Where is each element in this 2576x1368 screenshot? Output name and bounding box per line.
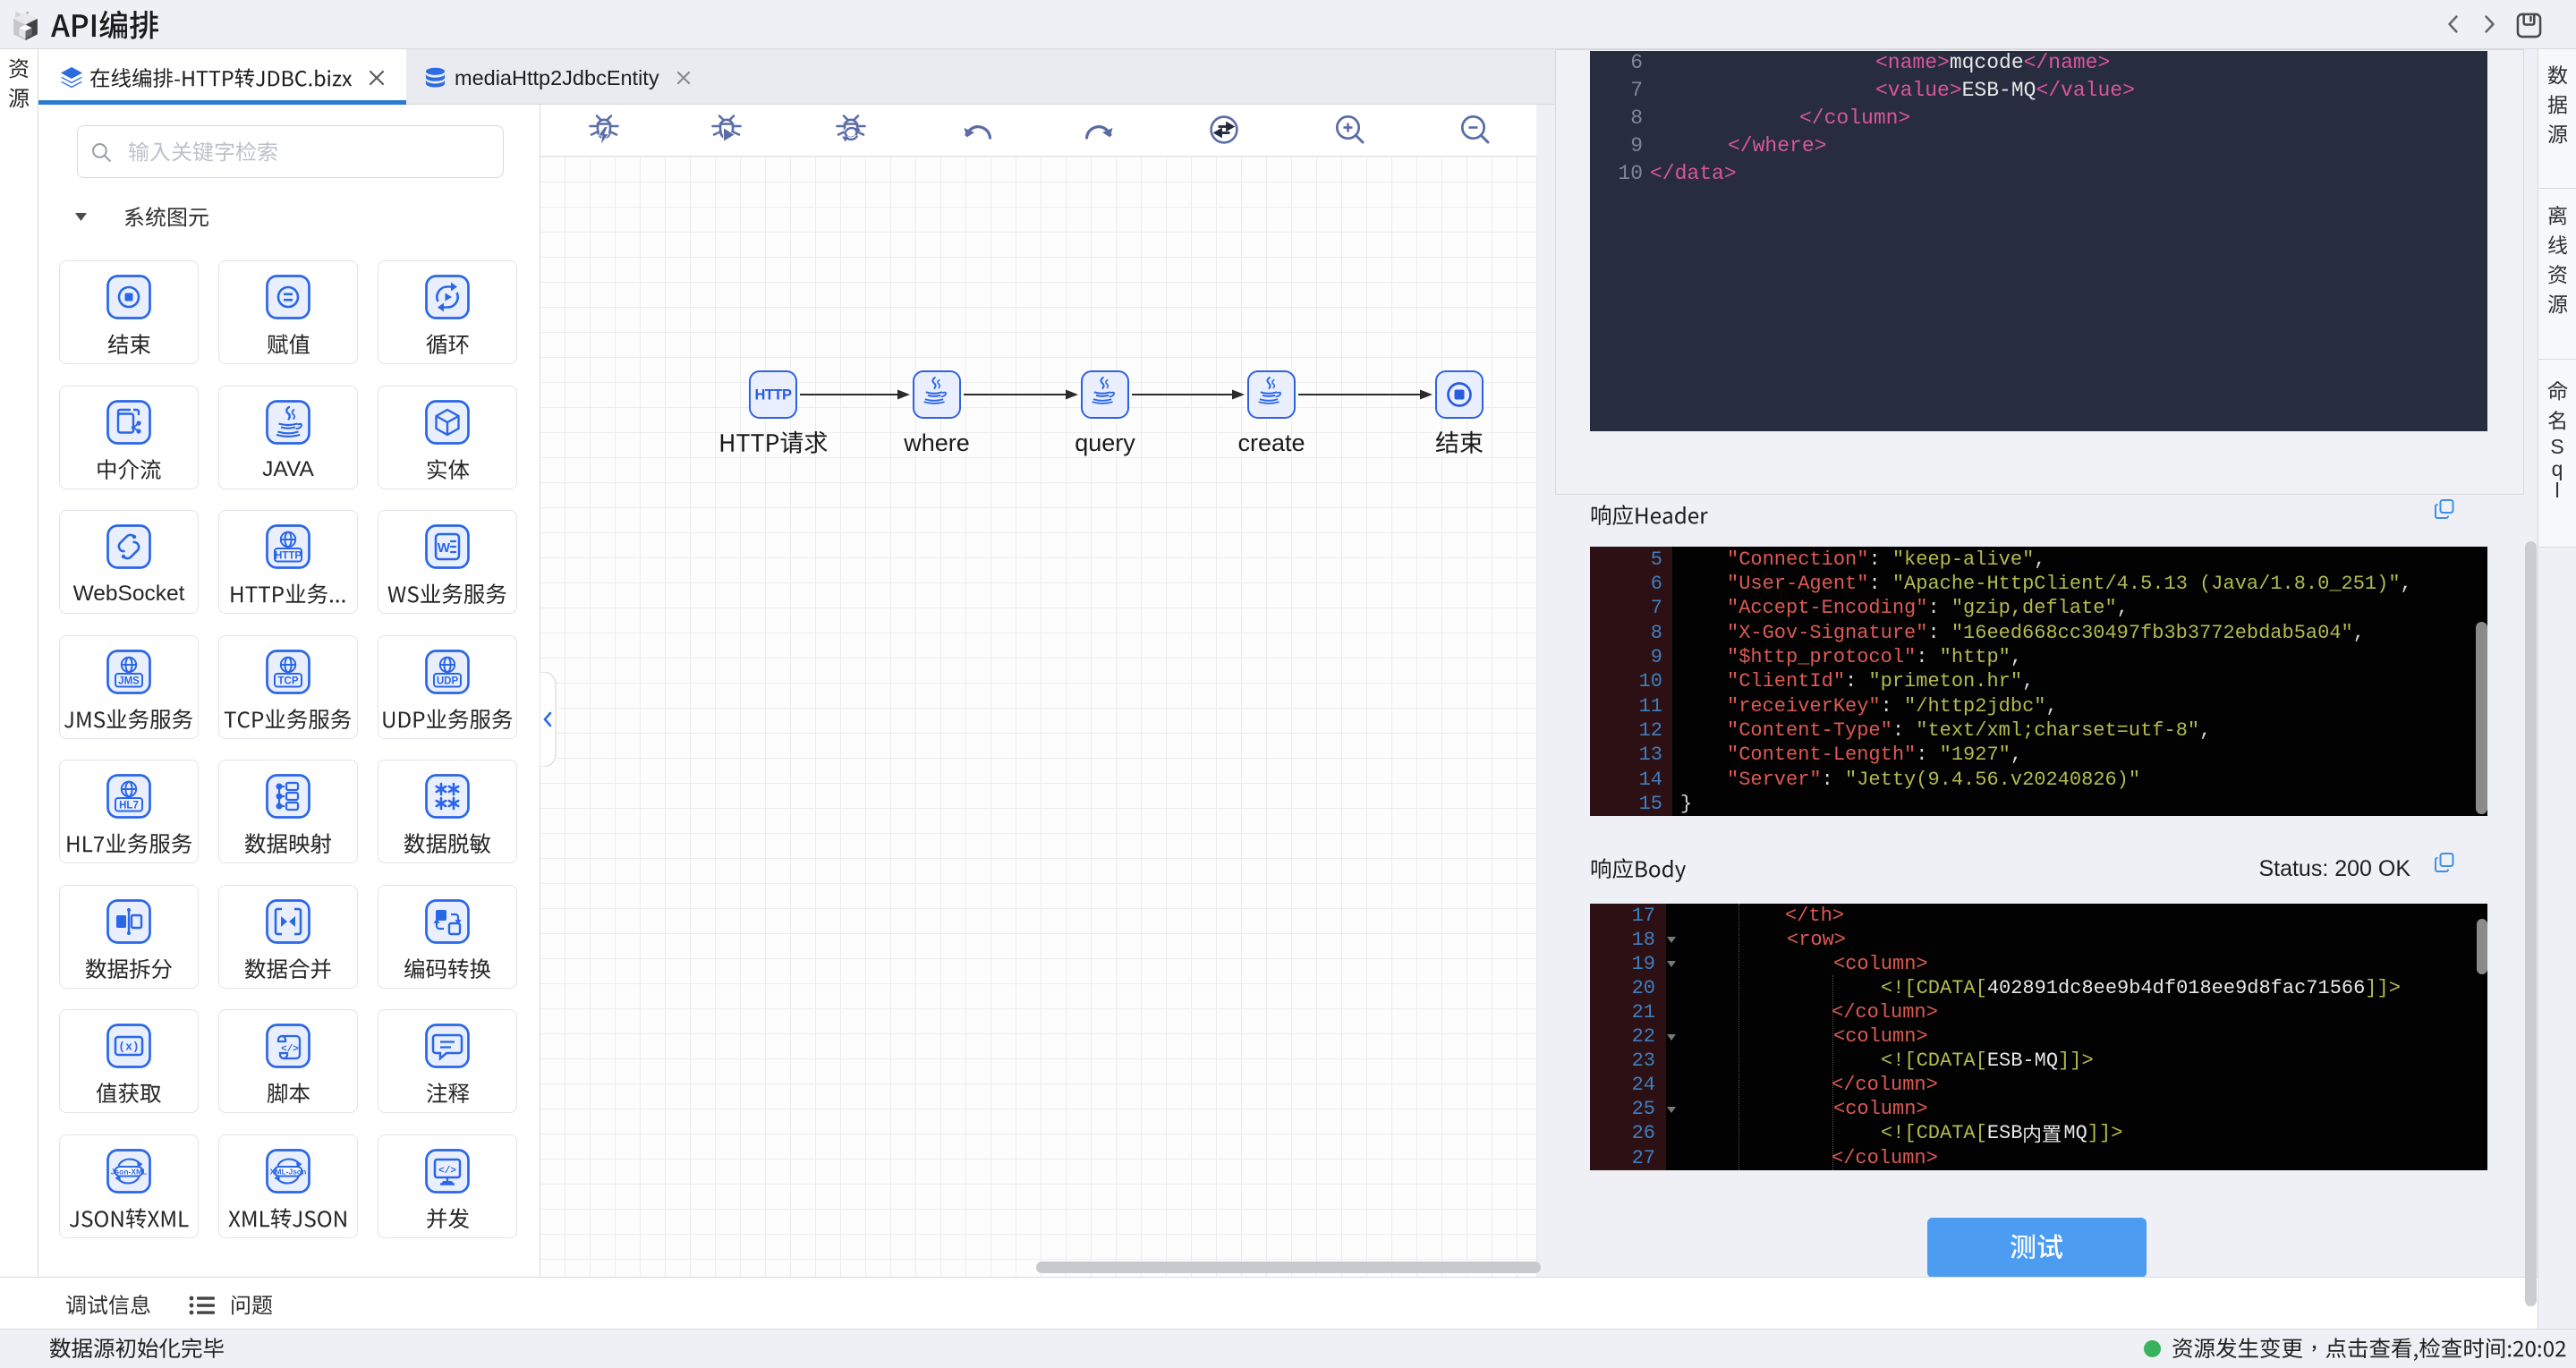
svg-text:W: W bbox=[438, 540, 451, 556]
svg-text:</>: </> bbox=[281, 1044, 299, 1055]
svg-text:(x): (x) bbox=[118, 1041, 139, 1054]
svg-text:HTTP: HTTP bbox=[275, 551, 302, 562]
svg-text:UDP: UDP bbox=[437, 676, 459, 686]
svg-text:TCP: TCP bbox=[278, 676, 299, 686]
svg-text:Json-XML: Json-XML bbox=[111, 1167, 148, 1176]
svg-text:</>: </> bbox=[438, 1166, 456, 1177]
svg-text:HL7: HL7 bbox=[119, 801, 139, 811]
svg-text:JMS: JMS bbox=[118, 676, 140, 686]
svg-text:HTTP: HTTP bbox=[754, 387, 792, 404]
svg-text:XML-Json: XML-Json bbox=[270, 1167, 307, 1176]
